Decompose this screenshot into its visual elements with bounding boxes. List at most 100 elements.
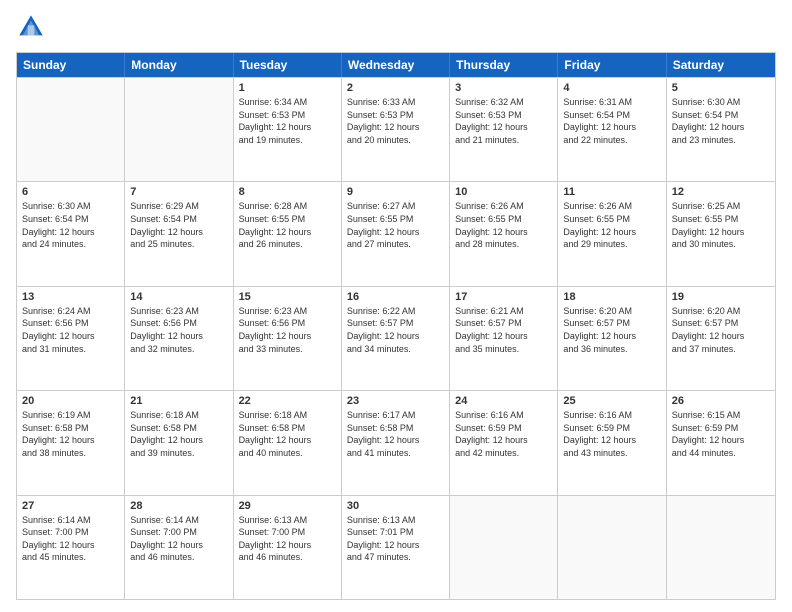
day-info: Sunrise: 6:25 AMSunset: 6:55 PMDaylight:…	[672, 200, 770, 250]
day-cell-1: 1 Sunrise: 6:34 AMSunset: 6:53 PMDaylight…	[234, 78, 342, 181]
weekday-header-monday: Monday	[125, 53, 233, 77]
calendar-week-1: 1 Sunrise: 6:34 AMSunset: 6:53 PMDaylight…	[17, 77, 775, 181]
day-cell-2: 2Sunrise: 6:33 AMSunset: 6:53 PMDaylight…	[342, 78, 450, 181]
day-info: Sunrise: 6:26 AMSunset: 6:55 PMDaylight:…	[455, 200, 552, 250]
day-cell-30: 30 Sunrise: 6:13 AMSunset: 7:01 PMDayligh…	[342, 496, 450, 599]
day-info: Sunrise: 6:30 AMSunset: 6:54 PMDaylight:…	[672, 96, 770, 146]
calendar-week-3: 13Sunrise: 6:24 AMSunset: 6:56 PMDayligh…	[17, 286, 775, 390]
day-info: Sunrise: 6:15 AMSunset: 6:59 PMDaylight:…	[672, 409, 770, 459]
day-number: 7	[130, 186, 227, 198]
day-number: 23	[347, 395, 444, 407]
day-cell-28: 28Sunrise: 6:14 AMSunset: 7:00 PMDayligh…	[125, 496, 233, 599]
day-cell-5: 5 Sunrise: 6:30 AMSunset: 6:54 PMDaylight…	[667, 78, 775, 181]
day-info: Sunrise: 6:13 AMSunset: 7:00 PMDaylight:…	[239, 514, 336, 564]
weekday-header-saturday: Saturday	[667, 53, 775, 77]
day-number: 29	[239, 500, 336, 512]
page: SundayMondayTuesdayWednesdayThursdayFrid…	[0, 0, 792, 612]
calendar-week-5: 27Sunrise: 6:14 AMSunset: 7:00 PMDayligh…	[17, 495, 775, 599]
calendar-header-row: SundayMondayTuesdayWednesdayThursdayFrid…	[17, 53, 775, 77]
day-info: Sunrise: 6:34 AMSunset: 6:53 PMDaylight:…	[239, 96, 336, 146]
day-number: 30	[347, 500, 444, 512]
empty-cell	[125, 78, 233, 181]
day-cell-27: 27Sunrise: 6:14 AMSunset: 7:00 PMDayligh…	[17, 496, 125, 599]
weekday-header-thursday: Thursday	[450, 53, 558, 77]
day-cell-26: 26 Sunrise: 6:15 AMSunset: 6:59 PMDayligh…	[667, 391, 775, 494]
day-number: 11	[563, 186, 660, 198]
day-info: Sunrise: 6:31 AMSunset: 6:54 PMDaylight:…	[563, 96, 660, 146]
day-cell-11: 11 Sunrise: 6:26 AMSunset: 6:55 PMDayligh…	[558, 182, 666, 285]
day-info: Sunrise: 6:21 AMSunset: 6:57 PMDaylight:…	[455, 305, 552, 355]
day-cell-22: 22Sunrise: 6:18 AMSunset: 6:58 PMDayligh…	[234, 391, 342, 494]
day-info: Sunrise: 6:30 AMSunset: 6:54 PMDaylight:…	[22, 200, 119, 250]
day-cell-10: 10 Sunrise: 6:26 AMSunset: 6:55 PMDayligh…	[450, 182, 558, 285]
day-number: 1	[239, 82, 336, 94]
day-number: 6	[22, 186, 119, 198]
day-cell-13: 13Sunrise: 6:24 AMSunset: 6:56 PMDayligh…	[17, 287, 125, 390]
weekday-header-wednesday: Wednesday	[342, 53, 450, 77]
day-info: Sunrise: 6:18 AMSunset: 6:58 PMDaylight:…	[239, 409, 336, 459]
day-number: 12	[672, 186, 770, 198]
day-info: Sunrise: 6:18 AMSunset: 6:58 PMDaylight:…	[130, 409, 227, 459]
day-cell-17: 17Sunrise: 6:21 AMSunset: 6:57 PMDayligh…	[450, 287, 558, 390]
day-cell-12: 12 Sunrise: 6:25 AMSunset: 6:55 PMDayligh…	[667, 182, 775, 285]
day-cell-18: 18 Sunrise: 6:20 AMSunset: 6:57 PMDayligh…	[558, 287, 666, 390]
day-number: 14	[130, 291, 227, 303]
day-cell-16: 16 Sunrise: 6:22 AMSunset: 6:57 PMDayligh…	[342, 287, 450, 390]
calendar-body: 1 Sunrise: 6:34 AMSunset: 6:53 PMDaylight…	[17, 77, 775, 599]
logo	[16, 12, 50, 42]
day-number: 21	[130, 395, 227, 407]
day-cell-19: 19 Sunrise: 6:20 AMSunset: 6:57 PMDayligh…	[667, 287, 775, 390]
day-number: 15	[239, 291, 336, 303]
day-number: 20	[22, 395, 119, 407]
logo-icon	[16, 12, 46, 42]
day-info: Sunrise: 6:24 AMSunset: 6:56 PMDaylight:…	[22, 305, 119, 355]
weekday-header-tuesday: Tuesday	[234, 53, 342, 77]
day-cell-20: 20 Sunrise: 6:19 AMSunset: 6:58 PMDayligh…	[17, 391, 125, 494]
day-cell-6: 6 Sunrise: 6:30 AMSunset: 6:54 PMDaylight…	[17, 182, 125, 285]
day-info: Sunrise: 6:17 AMSunset: 6:58 PMDaylight:…	[347, 409, 444, 459]
day-info: Sunrise: 6:19 AMSunset: 6:58 PMDaylight:…	[22, 409, 119, 459]
day-cell-9: 9 Sunrise: 6:27 AMSunset: 6:55 PMDaylight…	[342, 182, 450, 285]
day-info: Sunrise: 6:13 AMSunset: 7:01 PMDaylight:…	[347, 514, 444, 564]
day-number: 16	[347, 291, 444, 303]
day-info: Sunrise: 6:20 AMSunset: 6:57 PMDaylight:…	[563, 305, 660, 355]
day-info: Sunrise: 6:23 AMSunset: 6:56 PMDaylight:…	[130, 305, 227, 355]
day-info: Sunrise: 6:32 AMSunset: 6:53 PMDaylight:…	[455, 96, 552, 146]
empty-cell	[558, 496, 666, 599]
empty-cell	[667, 496, 775, 599]
weekday-header-friday: Friday	[558, 53, 666, 77]
day-number: 5	[672, 82, 770, 94]
day-info: Sunrise: 6:16 AMSunset: 6:59 PMDaylight:…	[563, 409, 660, 459]
day-info: Sunrise: 6:28 AMSunset: 6:55 PMDaylight:…	[239, 200, 336, 250]
day-number: 19	[672, 291, 770, 303]
day-number: 10	[455, 186, 552, 198]
day-cell-8: 8 Sunrise: 6:28 AMSunset: 6:55 PMDaylight…	[234, 182, 342, 285]
day-info: Sunrise: 6:23 AMSunset: 6:56 PMDaylight:…	[239, 305, 336, 355]
day-info: Sunrise: 6:26 AMSunset: 6:55 PMDaylight:…	[563, 200, 660, 250]
day-number: 27	[22, 500, 119, 512]
day-info: Sunrise: 6:27 AMSunset: 6:55 PMDaylight:…	[347, 200, 444, 250]
day-cell-23: 23 Sunrise: 6:17 AMSunset: 6:58 PMDayligh…	[342, 391, 450, 494]
header	[16, 12, 776, 42]
day-number: 28	[130, 500, 227, 512]
day-number: 8	[239, 186, 336, 198]
day-number: 4	[563, 82, 660, 94]
calendar-week-2: 6 Sunrise: 6:30 AMSunset: 6:54 PMDaylight…	[17, 181, 775, 285]
day-cell-29: 29 Sunrise: 6:13 AMSunset: 7:00 PMDayligh…	[234, 496, 342, 599]
day-number: 3	[455, 82, 552, 94]
day-cell-3: 3 Sunrise: 6:32 AMSunset: 6:53 PMDaylight…	[450, 78, 558, 181]
calendar-week-4: 20 Sunrise: 6:19 AMSunset: 6:58 PMDayligh…	[17, 390, 775, 494]
day-info: Sunrise: 6:29 AMSunset: 6:54 PMDaylight:…	[130, 200, 227, 250]
day-cell-25: 25Sunrise: 6:16 AMSunset: 6:59 PMDayligh…	[558, 391, 666, 494]
day-cell-14: 14 Sunrise: 6:23 AMSunset: 6:56 PMDayligh…	[125, 287, 233, 390]
empty-cell	[17, 78, 125, 181]
day-info: Sunrise: 6:22 AMSunset: 6:57 PMDaylight:…	[347, 305, 444, 355]
day-info: Sunrise: 6:20 AMSunset: 6:57 PMDaylight:…	[672, 305, 770, 355]
day-cell-21: 21 Sunrise: 6:18 AMSunset: 6:58 PMDayligh…	[125, 391, 233, 494]
day-number: 18	[563, 291, 660, 303]
empty-cell	[450, 496, 558, 599]
day-cell-7: 7 Sunrise: 6:29 AMSunset: 6:54 PMDaylight…	[125, 182, 233, 285]
day-number: 2	[347, 82, 444, 94]
day-number: 9	[347, 186, 444, 198]
day-number: 26	[672, 395, 770, 407]
